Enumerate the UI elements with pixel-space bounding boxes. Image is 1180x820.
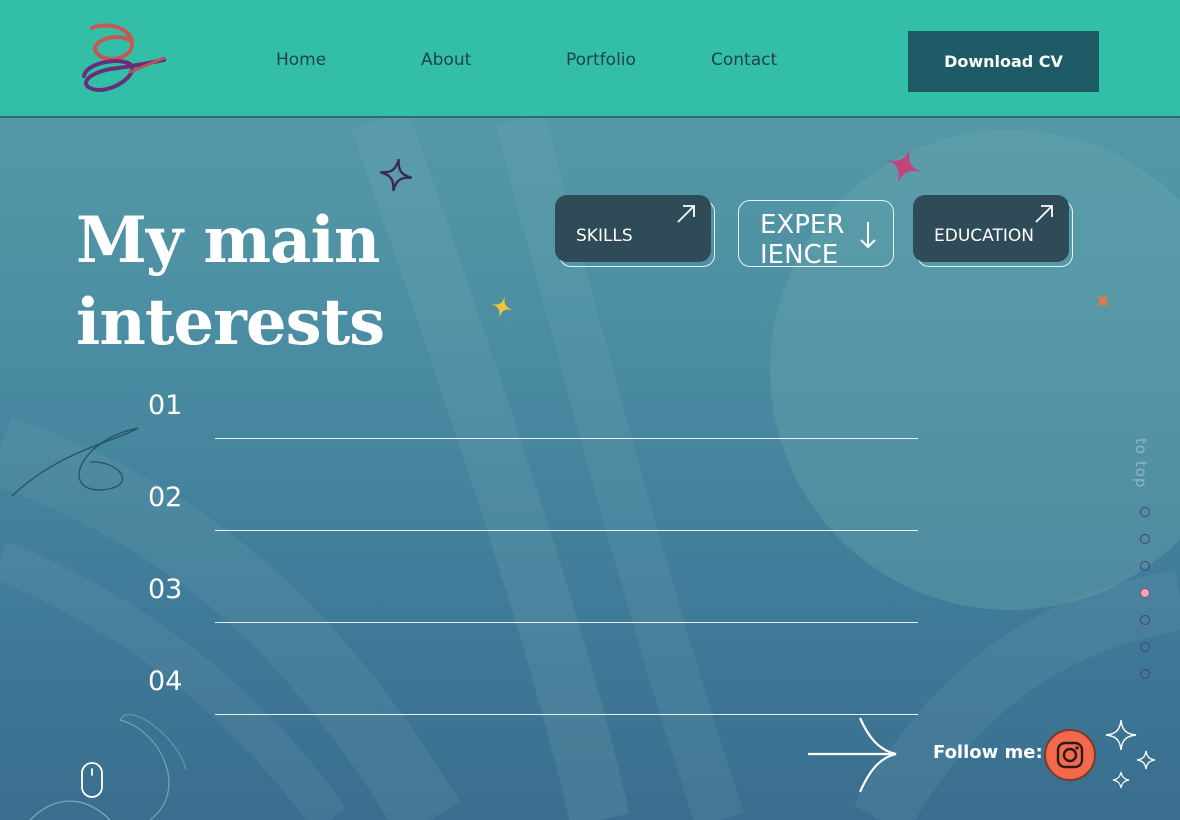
card-fill: SKILLS (555, 195, 711, 262)
sparkle-outline-icon (1112, 771, 1130, 789)
card-experience[interactable]: EXPER IENCE (734, 195, 894, 270)
title-line-2: interests (76, 285, 385, 360)
to-top-link[interactable]: to top (1132, 438, 1150, 488)
card-skills[interactable]: SKILLS (555, 195, 715, 269)
site-header: Home About Portfolio Contact Download CV (0, 0, 1180, 118)
section-dot-active[interactable] (1140, 588, 1150, 598)
card-experience-label-line-2: IENCE (760, 240, 839, 270)
arrow-up-right-icon (677, 205, 695, 223)
arrow-right-icon (808, 717, 897, 793)
section-dot[interactable] (1140, 642, 1150, 652)
card-skills-label: SKILLS (576, 226, 633, 246)
section-dot[interactable] (1140, 615, 1150, 625)
sparkle-orange-icon (1096, 294, 1110, 308)
card-experience-body: EXPER IENCE (738, 200, 894, 270)
instagram-icon (1056, 741, 1084, 769)
list-item-number: 01 (148, 390, 183, 421)
section-dot[interactable] (1140, 507, 1150, 517)
sparkle-outline-icon (1105, 719, 1137, 751)
list-item-divider (215, 530, 918, 531)
instagram-button[interactable] (1044, 729, 1096, 781)
sparkle-outline-icon (379, 158, 413, 192)
page-title: My main interests (76, 200, 496, 364)
sparkle-pink-icon (886, 148, 922, 184)
card-education[interactable]: EDUCATION (913, 195, 1073, 269)
logo-icon[interactable] (74, 22, 168, 98)
section-dot[interactable] (1140, 561, 1150, 571)
list-item-divider (215, 714, 918, 715)
download-cv-button[interactable]: Download CV (908, 31, 1099, 92)
card-education-label: EDUCATION (934, 226, 1034, 246)
list-item-divider (215, 622, 918, 623)
section-dot[interactable] (1140, 534, 1150, 544)
nav-about[interactable]: About (421, 50, 471, 70)
list-item-divider (215, 438, 918, 439)
list-item-number: 03 (148, 574, 183, 605)
nav-contact[interactable]: Contact (711, 50, 777, 70)
list-item-number: 04 (148, 666, 183, 697)
section-dot[interactable] (1140, 669, 1150, 679)
arrow-down-icon (860, 222, 876, 249)
card-experience-label: EXPER IENCE (760, 210, 860, 270)
arrow-up-right-icon (1035, 205, 1053, 223)
sparkle-outline-icon (1136, 750, 1156, 770)
card-fill: EDUCATION (913, 195, 1069, 262)
title-line-1: My main (76, 203, 380, 278)
follow-me-label: Follow me: (933, 742, 1043, 763)
nav-home[interactable]: Home (276, 50, 326, 70)
nav-portfolio[interactable]: Portfolio (566, 50, 636, 70)
mouse-scroll-icon (81, 762, 103, 798)
list-item-number: 02 (148, 482, 183, 513)
card-experience-label-line-1: EXPER (760, 210, 845, 240)
